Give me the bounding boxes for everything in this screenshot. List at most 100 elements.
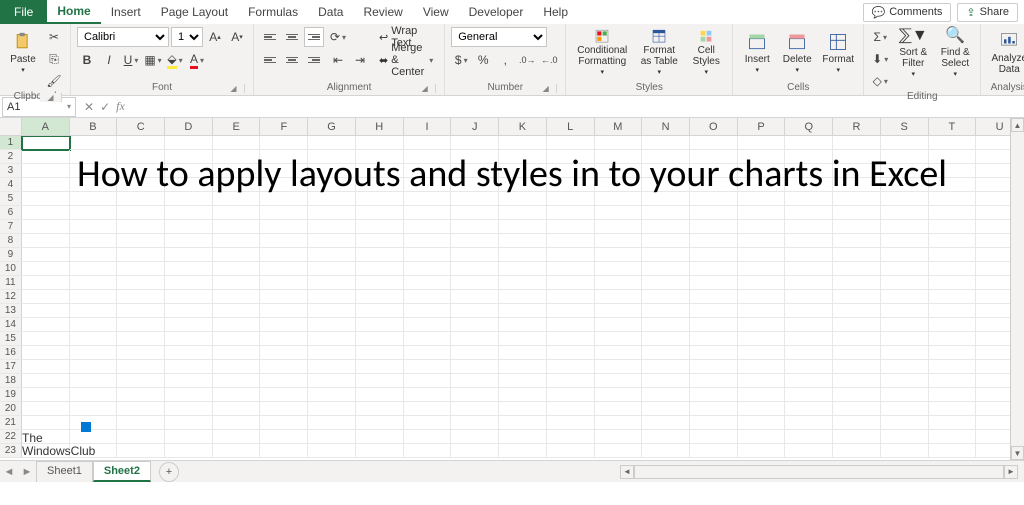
find-select-button[interactable]: 🔍Find & Select▾ (936, 27, 974, 79)
cell[interactable] (70, 164, 118, 178)
underline-button[interactable]: U (121, 50, 141, 70)
cell[interactable] (308, 332, 356, 346)
decrease-decimal-button[interactable]: ←.0 (539, 50, 559, 70)
cell[interactable] (356, 248, 404, 262)
cell[interactable] (881, 192, 929, 206)
worksheet[interactable]: ABCDEFGHIJKLMNOPQRSTU 123456789101112131… (0, 118, 1024, 460)
cell[interactable] (738, 374, 786, 388)
cell[interactable] (690, 346, 738, 360)
cell[interactable] (642, 444, 690, 458)
cell[interactable] (308, 402, 356, 416)
align-center-button[interactable] (282, 50, 302, 70)
cell[interactable] (117, 304, 165, 318)
cell[interactable] (595, 402, 643, 416)
cell[interactable] (117, 262, 165, 276)
cell[interactable] (404, 248, 452, 262)
cell[interactable] (833, 178, 881, 192)
fx-icon[interactable]: fx (116, 99, 125, 114)
cell[interactable] (213, 150, 261, 164)
cell[interactable] (499, 430, 547, 444)
cell[interactable] (595, 206, 643, 220)
sheet-tab[interactable]: Sheet1 (36, 461, 93, 482)
cell[interactable] (70, 402, 118, 416)
cell[interactable] (404, 346, 452, 360)
cell[interactable] (833, 220, 881, 234)
cell[interactable] (929, 178, 977, 192)
cell[interactable] (213, 388, 261, 402)
cell[interactable] (117, 206, 165, 220)
cell[interactable] (117, 290, 165, 304)
column-header[interactable]: B (70, 118, 118, 135)
cell[interactable] (881, 248, 929, 262)
column-header[interactable]: T (929, 118, 977, 135)
cell[interactable] (260, 262, 308, 276)
cell[interactable] (70, 178, 118, 192)
cell[interactable] (547, 318, 595, 332)
column-header[interactable]: F (260, 118, 308, 135)
tab-review[interactable]: Review (353, 0, 412, 24)
cell[interactable] (260, 290, 308, 304)
cell[interactable] (785, 388, 833, 402)
cell[interactable] (260, 318, 308, 332)
cell[interactable] (785, 374, 833, 388)
cell[interactable] (738, 332, 786, 346)
row-header[interactable]: 5 (0, 192, 22, 206)
cell[interactable] (70, 416, 118, 430)
cell[interactable] (356, 430, 404, 444)
cell[interactable] (785, 192, 833, 206)
cell[interactable] (785, 444, 833, 458)
cell[interactable] (213, 192, 261, 206)
cell[interactable] (738, 360, 786, 374)
row-header[interactable]: 12 (0, 290, 22, 304)
cell[interactable] (499, 444, 547, 458)
cell[interactable] (308, 164, 356, 178)
cell[interactable] (881, 178, 929, 192)
cell[interactable] (499, 234, 547, 248)
borders-button[interactable]: ▦ (143, 50, 163, 70)
row-header[interactable]: 10 (0, 262, 22, 276)
cell[interactable] (738, 150, 786, 164)
cell[interactable] (451, 402, 499, 416)
cell[interactable] (165, 276, 213, 290)
cell[interactable] (308, 220, 356, 234)
fill-button[interactable]: ⬇ (870, 49, 890, 69)
cell[interactable] (499, 304, 547, 318)
cell[interactable] (785, 276, 833, 290)
cell[interactable] (117, 374, 165, 388)
cell[interactable] (595, 290, 643, 304)
cell[interactable] (642, 332, 690, 346)
cell[interactable] (833, 206, 881, 220)
cell[interactable] (833, 360, 881, 374)
cell[interactable] (547, 262, 595, 276)
cell[interactable] (22, 192, 70, 206)
tab-developer[interactable]: Developer (459, 0, 534, 24)
cell[interactable] (929, 220, 977, 234)
cell[interactable] (833, 192, 881, 206)
cell[interactable] (404, 178, 452, 192)
cell[interactable] (929, 402, 977, 416)
cell[interactable] (260, 360, 308, 374)
cell[interactable] (499, 136, 547, 150)
cell[interactable] (738, 192, 786, 206)
sheet-nav-prev[interactable]: ◄ (0, 466, 18, 478)
cell[interactable] (595, 430, 643, 444)
cell[interactable] (690, 332, 738, 346)
cell[interactable] (213, 178, 261, 192)
fill-color-button[interactable]: ⬙ (165, 50, 185, 70)
cell[interactable] (356, 318, 404, 332)
cell[interactable] (881, 360, 929, 374)
cell[interactable] (833, 416, 881, 430)
format-painter-button[interactable]: 🖌 (44, 71, 64, 91)
cell[interactable] (356, 150, 404, 164)
cell[interactable] (451, 192, 499, 206)
row-header[interactable]: 4 (0, 178, 22, 192)
cell[interactable] (404, 360, 452, 374)
cell[interactable] (451, 332, 499, 346)
paste-button[interactable]: Paste▾ (6, 27, 40, 79)
column-header[interactable]: K (499, 118, 547, 135)
cell[interactable] (213, 430, 261, 444)
cell[interactable] (308, 346, 356, 360)
cell[interactable] (356, 234, 404, 248)
cell[interactable] (547, 388, 595, 402)
cell[interactable] (117, 360, 165, 374)
